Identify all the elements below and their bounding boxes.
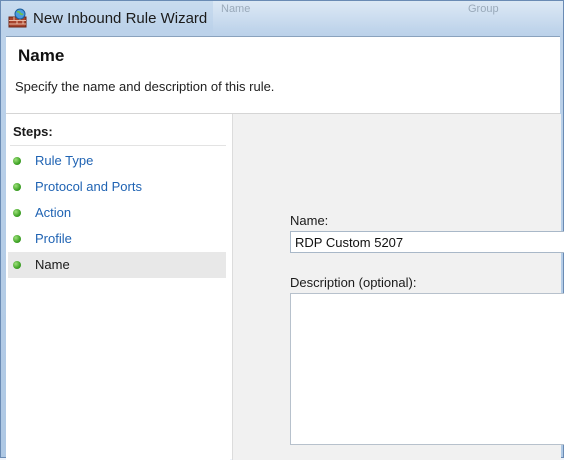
wizard-header: Name Specify the name and description of… — [6, 37, 560, 114]
name-label: Name: — [290, 213, 329, 228]
green-dot-icon — [13, 183, 21, 191]
wizard-client-area: Name Specify the name and description of… — [6, 36, 564, 460]
name-input[interactable] — [290, 231, 564, 253]
description-label: Description (optional): — [290, 275, 417, 290]
step-label: Protocol and Ports — [35, 179, 142, 194]
window-title: New Inbound Rule Wizard — [33, 10, 208, 27]
step-profile[interactable]: Profile — [8, 226, 226, 252]
step-action[interactable]: Action — [8, 200, 226, 226]
step-label: Profile — [35, 231, 72, 246]
page-subtitle: Specify the name and description of this… — [15, 79, 275, 94]
green-dot-icon — [13, 235, 21, 243]
step-protocol-and-ports[interactable]: Protocol and Ports — [8, 174, 226, 200]
description-textarea[interactable] — [290, 293, 564, 445]
green-dot-icon — [13, 261, 21, 269]
green-dot-icon — [13, 157, 21, 165]
wizard-window: Name Group New Inbound Rule Wizard Name … — [0, 0, 564, 460]
step-rule-type[interactable]: Rule Type — [8, 148, 226, 174]
step-label: Action — [35, 205, 72, 220]
firewall-icon — [8, 8, 28, 28]
title-bar[interactable]: New Inbound Rule Wizard — [1, 1, 563, 35]
step-label: Name — [35, 257, 70, 272]
step-label: Rule Type — [35, 153, 94, 168]
green-dot-icon — [13, 209, 21, 217]
steps-heading: Steps: — [13, 124, 53, 139]
wizard-content-pane: Name: Description (optional): — [232, 114, 564, 460]
steps-panel: Steps: Rule Type Protocol and Ports Acti… — [6, 114, 230, 460]
page-title: Name — [18, 46, 65, 65]
step-name[interactable]: Name — [8, 252, 226, 278]
steps-divider — [10, 145, 226, 146]
